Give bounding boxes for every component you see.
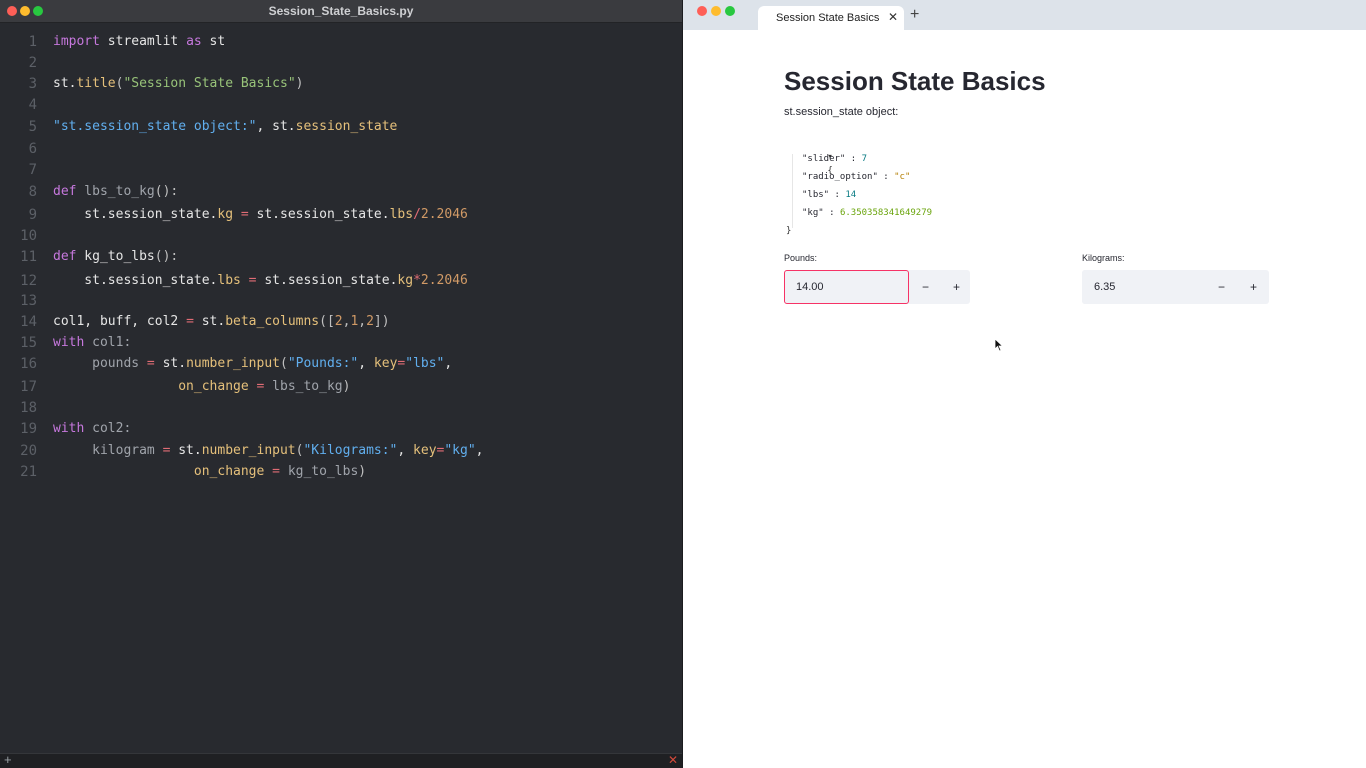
close-tab-icon[interactable]: ✕ (888, 10, 898, 24)
add-panel-icon[interactable]: + (4, 752, 12, 767)
kilograms-input[interactable]: 6.35 (1082, 270, 1206, 304)
line-number: 7 (28, 162, 37, 178)
json-entry: "radio_option" : "c" (802, 172, 911, 182)
line-code: "st.session_state object:", st.session_s… (53, 119, 398, 134)
pounds-decrement-button[interactable]: − (910, 270, 941, 304)
line-code: def lbs_to_kg(): (53, 184, 179, 199)
browser-window: Session State Basics ✕ + Session State B… (683, 0, 1366, 768)
json-entry: "kg" : 6.350358341649279 (802, 208, 933, 218)
json-indent-guide (792, 154, 793, 228)
line-number: 11 (20, 249, 37, 265)
line-code: pounds = st.number_input("Pounds:", key=… (53, 356, 453, 371)
browser-tab-bar: Session State Basics ✕ + (683, 0, 1366, 30)
editor-titlebar: Session_State_Basics.py (0, 0, 682, 23)
editor-status-bar: + ✕ (0, 752, 682, 768)
line-number: 1 (28, 34, 37, 50)
line-code: with col2: (53, 421, 132, 436)
line-number: 10 (20, 228, 37, 244)
kilograms-decrement-button[interactable]: − (1206, 270, 1237, 304)
code-editor-window: Session_State_Basics.py 1 import streamli… (0, 0, 682, 768)
line-code: def kg_to_lbs(): (53, 249, 179, 264)
line-number: 21 (20, 464, 37, 480)
line-number: 19 (20, 421, 37, 437)
line-number: 20 (20, 443, 37, 459)
line-number: 5 (28, 119, 37, 135)
line-code: on_change = kg_to_lbs) (193, 464, 367, 479)
json-close-brace: } (786, 226, 792, 236)
page-title: Session State Basics (784, 66, 1046, 96)
zoom-window-icon[interactable] (725, 6, 735, 16)
close-window-icon[interactable] (697, 6, 707, 16)
line-code: st.session_state.kg = st.session_state.l… (53, 207, 468, 222)
line-code: st.session_state.lbs = st.session_state.… (53, 273, 468, 288)
kilograms-increment-button[interactable]: + (1238, 270, 1269, 304)
kilograms-number-input: 6.35 − + (1082, 270, 1269, 304)
pounds-increment-button[interactable]: + (941, 270, 972, 304)
line-number: 3 (28, 76, 37, 92)
line-number: 17 (20, 379, 37, 395)
browser-tab[interactable]: Session State Basics ✕ (758, 6, 904, 30)
json-entry: "lbs" : 14 (802, 190, 857, 200)
line-number: 4 (28, 97, 37, 113)
line-number: 16 (20, 356, 37, 372)
line-number: 14 (20, 314, 37, 330)
session-state-label: st.session_state object: (784, 106, 899, 118)
line-code: on_change = lbs_to_kg) (178, 379, 351, 394)
line-number: 12 (20, 273, 37, 289)
close-panel-icon[interactable]: ✕ (668, 753, 678, 767)
minimize-window-icon[interactable] (711, 6, 721, 16)
line-number: 13 (20, 293, 37, 309)
pounds-number-input: 14.00 − + (784, 270, 970, 304)
line-number: 18 (20, 400, 37, 416)
tab-title: Session State Basics (776, 12, 880, 24)
pounds-label: Pounds: (784, 253, 818, 263)
line-number: 6 (28, 141, 37, 157)
line-number: 2 (28, 55, 37, 71)
json-entry: "slider" : 7 (802, 154, 868, 164)
line-code: with col1: (53, 335, 132, 350)
line-code: import streamlit as st (53, 34, 226, 49)
kilograms-label: Kilograms: (1082, 253, 1125, 263)
line-number: 9 (28, 207, 37, 223)
streamlit-app: Session State Basics st.session_state ob… (683, 30, 1366, 768)
pounds-input[interactable]: 14.00 (784, 270, 909, 304)
line-code: st.title("Session State Basics") (53, 76, 304, 91)
line-number: 8 (28, 184, 37, 200)
line-number: 15 (20, 335, 37, 351)
line-code: col1, buff, col2 = st.beta_columns([2,1,… (53, 314, 390, 329)
line-code: kilogram = st.number_input("Kilograms:",… (53, 443, 484, 458)
editor-file-title: Session_State_Basics.py (268, 4, 414, 18)
new-tab-button[interactable]: + (910, 6, 919, 24)
